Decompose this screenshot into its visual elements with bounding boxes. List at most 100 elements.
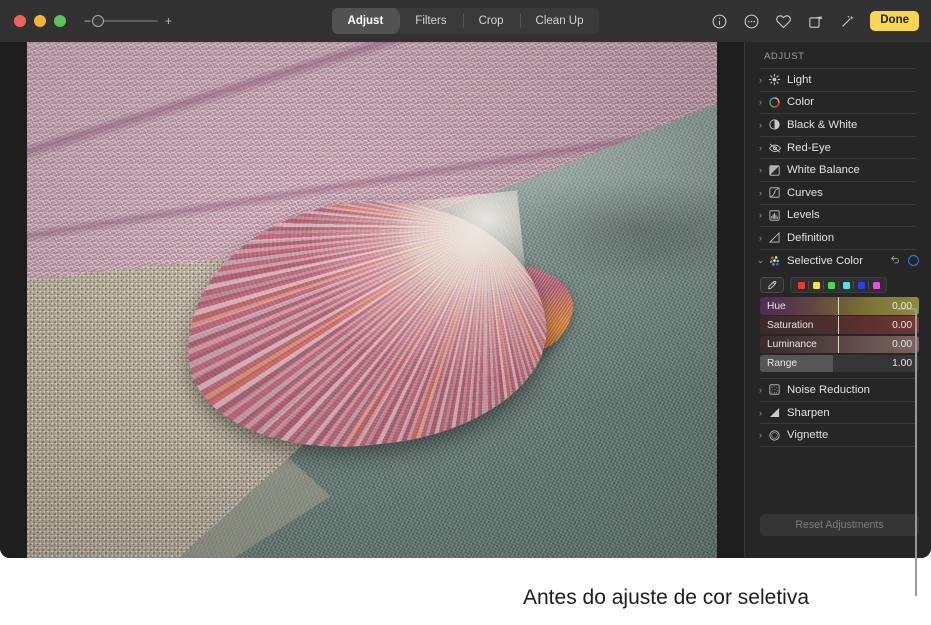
sidebar-item-light[interactable]: › Light	[745, 69, 931, 91]
chevron-right-icon[interactable]: ›	[755, 75, 766, 85]
swatch-separator	[868, 281, 869, 290]
sharpen-icon	[766, 406, 783, 420]
info-icon[interactable]	[710, 12, 729, 31]
selective-color-controls	[890, 254, 931, 268]
sidebar-item-definition[interactable]: › Definition	[745, 227, 931, 249]
tab-adjust-label: Adjust	[347, 15, 384, 27]
sidebar-item-label: Selective Color	[787, 254, 863, 267]
color-wheel-icon	[766, 95, 783, 109]
tab-clean-up[interactable]: Clean Up	[519, 8, 600, 34]
close-button[interactable]	[14, 15, 26, 27]
slider-range[interactable]: Range 1.00	[760, 354, 919, 373]
sidebar-item-label: White Balance	[787, 164, 860, 177]
sidebar-item-label: Curves	[787, 186, 823, 199]
swatch-green[interactable]	[827, 281, 835, 289]
sidebar-item-red-eye[interactable]: › Red-Eye	[745, 137, 931, 159]
tab-filters[interactable]: Filters	[399, 8, 462, 34]
chevron-down-icon[interactable]: ⌄	[755, 255, 766, 266]
slider-hue-value: 0.00	[892, 300, 912, 312]
sidebar-item-noise-reduction[interactable]: › Noise Reduction	[745, 379, 931, 401]
sidebar-item-label: Levels	[787, 209, 820, 222]
eyedropper-icon[interactable]	[760, 277, 784, 294]
zoom-out-icon[interactable]: −	[84, 15, 91, 27]
chevron-right-icon[interactable]: ›	[755, 143, 766, 153]
toolbar: − + Adjust Filters Crop Clean Up Done	[0, 0, 931, 42]
sidebar-item-label: Definition	[787, 231, 835, 244]
slider-luminance-value: 0.00	[892, 338, 912, 350]
vignette-icon	[766, 428, 783, 442]
tab-filters-label: Filters	[415, 15, 447, 27]
chevron-right-icon[interactable]: ›	[755, 120, 766, 130]
swatch-red[interactable]	[797, 281, 805, 289]
sidebar-item-color[interactable]: › Color	[745, 92, 931, 114]
sidebar-item-label: Vignette	[787, 429, 829, 442]
sidebar-item-label: Color	[787, 96, 814, 109]
tab-crop-label: Crop	[478, 15, 504, 27]
sidebar-item-selective-color[interactable]: ⌄ Selective Color	[745, 250, 931, 272]
slider-center-mark	[837, 316, 840, 334]
swatch-separator	[853, 281, 854, 290]
auto-enhance-wand-icon[interactable]	[838, 12, 857, 31]
swatch-separator	[838, 281, 839, 290]
minimize-button[interactable]	[34, 15, 46, 27]
favorite-heart-icon[interactable]	[774, 12, 793, 31]
sun-icon	[766, 73, 783, 87]
curves-icon	[766, 186, 783, 200]
revert-arrow-icon[interactable]	[890, 254, 901, 268]
swatch-cyan[interactable]	[842, 281, 850, 289]
sidebar-item-label: Noise Reduction	[787, 383, 870, 396]
sidebar-item-curves[interactable]: › Curves	[745, 182, 931, 204]
chevron-right-icon[interactable]: ›	[755, 97, 766, 107]
sidebar-title: ADJUST	[764, 51, 805, 62]
chevron-right-icon[interactable]: ›	[755, 233, 766, 243]
photo-stage	[0, 42, 744, 558]
zoom-slider-knob[interactable]	[92, 15, 105, 27]
slider-luminance-label: Luminance	[767, 338, 817, 350]
half-circle-icon	[766, 118, 783, 132]
reset-adjustments-button[interactable]: Reset Adjustments	[760, 514, 919, 536]
swatch-blue[interactable]	[857, 281, 865, 289]
caption-text: Antes do ajuste de cor seletiva	[523, 586, 810, 609]
chevron-right-icon[interactable]: ›	[755, 188, 766, 198]
enabled-circle-icon[interactable]	[908, 255, 919, 267]
noise-reduction-icon	[766, 383, 783, 397]
toolbar-right-tools: Done	[710, 0, 919, 42]
zoom-slider-control[interactable]: − +	[84, 15, 172, 27]
slider-range-value: 1.00	[892, 357, 912, 369]
done-button[interactable]: Done	[870, 11, 919, 31]
chevron-right-icon[interactable]: ›	[755, 430, 766, 440]
row-divider	[760, 445, 916, 447]
rotate-icon[interactable]	[806, 12, 825, 31]
swatch-separator	[808, 281, 809, 290]
tab-crop[interactable]: Crop	[462, 8, 520, 34]
slider-hue-label: Hue	[767, 300, 786, 312]
slider-hue[interactable]: Hue 0.00	[760, 297, 919, 315]
chevron-right-icon[interactable]: ›	[755, 385, 766, 395]
slider-center-mark	[837, 297, 840, 315]
sidebar-item-white-balance[interactable]: › White Balance	[745, 159, 931, 181]
more-options-icon[interactable]	[742, 12, 761, 31]
tab-adjust[interactable]: Adjust	[331, 8, 400, 34]
sidebar-item-label: Red-Eye	[787, 141, 831, 154]
swatch-yellow[interactable]	[812, 281, 820, 289]
selective-color-icon	[766, 254, 783, 268]
swatch-magenta[interactable]	[872, 281, 880, 289]
sidebar-item-label: Black & White	[787, 118, 858, 131]
tab-separator	[519, 14, 521, 28]
white-balance-icon	[766, 163, 783, 177]
slider-center-mark	[837, 335, 840, 354]
sidebar-item-sharpen[interactable]: › Sharpen	[745, 402, 931, 424]
chevron-right-icon[interactable]: ›	[755, 408, 766, 418]
chevron-right-icon[interactable]: ›	[755, 210, 766, 220]
chevron-right-icon[interactable]: ›	[755, 165, 766, 175]
sidebar-item-black-and-white[interactable]: › Black & White	[745, 114, 931, 136]
photo-canvas[interactable]	[27, 42, 717, 558]
slider-luminance[interactable]: Luminance 0.00	[760, 335, 919, 354]
zoom-in-icon[interactable]: +	[165, 15, 172, 27]
slider-saturation[interactable]: Saturation 0.00	[760, 316, 919, 334]
tab-separator	[399, 14, 401, 28]
sidebar-item-levels[interactable]: › Levels	[745, 205, 931, 227]
sidebar-item-vignette[interactable]: › Vignette	[745, 424, 931, 446]
zoom-slider-track[interactable]	[92, 15, 159, 27]
maximize-button[interactable]	[54, 15, 66, 27]
